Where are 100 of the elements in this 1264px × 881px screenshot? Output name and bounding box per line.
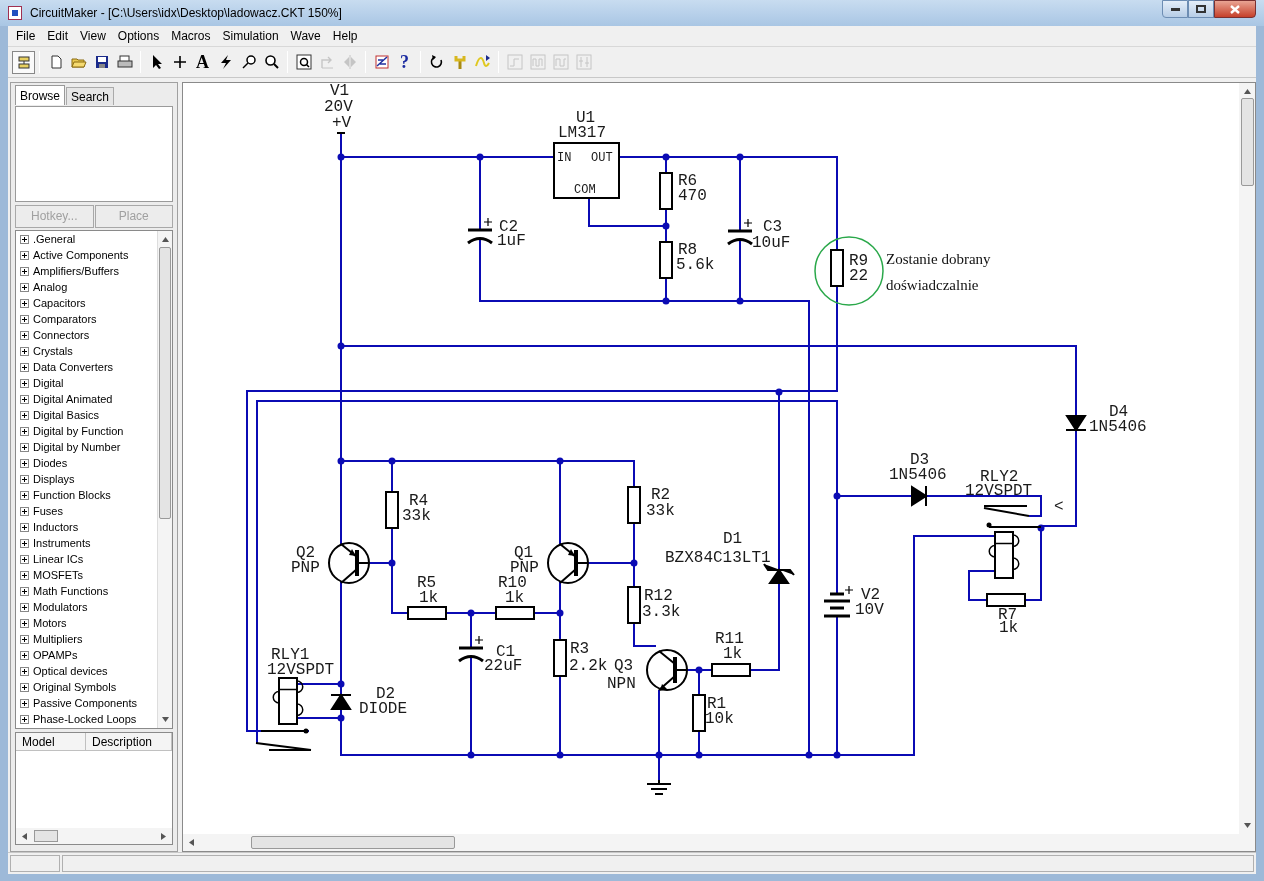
expand-icon[interactable] xyxy=(20,443,29,452)
pnp-transistor-symbol[interactable] xyxy=(547,542,589,585)
tree-item[interactable]: Analog xyxy=(33,279,68,296)
expand-icon[interactable] xyxy=(20,267,29,276)
tree-item[interactable]: Digital by Number xyxy=(33,439,121,456)
tree-item[interactable]: Instruments xyxy=(33,535,91,552)
tree-item[interactable]: Digital Basics xyxy=(33,407,100,424)
tree-item[interactable]: Displays xyxy=(33,471,75,488)
close-button[interactable] xyxy=(1214,0,1256,18)
tab[interactable]: Search xyxy=(66,87,115,106)
scroll-arrow-icon[interactable] xyxy=(160,715,170,725)
capacitor-symbol[interactable] xyxy=(458,635,484,663)
regulator-symbol[interactable] xyxy=(553,142,620,200)
column-header[interactable]: Model xyxy=(16,733,86,752)
zener-diode-symbol[interactable] xyxy=(763,563,795,585)
capacitor-symbol[interactable] xyxy=(727,218,753,246)
expand-icon[interactable] xyxy=(20,491,29,500)
menu-item[interactable]: File xyxy=(10,26,42,47)
menu-item[interactable]: Options xyxy=(111,26,166,47)
expand-icon[interactable] xyxy=(20,603,29,612)
expand-icon[interactable] xyxy=(20,635,29,644)
tree-item[interactable]: Diodes xyxy=(33,455,68,472)
resistor-symbol[interactable] xyxy=(711,663,751,678)
help-button[interactable]: ? xyxy=(393,50,416,74)
expand-icon[interactable] xyxy=(20,715,29,724)
tree-item[interactable]: Passive Components xyxy=(33,695,137,712)
scrollbar-thumb[interactable] xyxy=(34,830,58,843)
diode-symbol[interactable] xyxy=(911,485,927,508)
maximize-button[interactable] xyxy=(1188,0,1214,18)
resistor-symbol[interactable] xyxy=(385,491,399,530)
tree-item[interactable]: Function Blocks xyxy=(33,487,111,504)
scrollbar-thumb[interactable] xyxy=(1240,98,1254,187)
tree-item[interactable]: Fuses xyxy=(33,503,63,520)
expand-icon[interactable] xyxy=(20,619,29,628)
menu-item[interactable]: View xyxy=(74,26,112,47)
expand-icon[interactable] xyxy=(20,411,29,420)
horizontal-scrollbar[interactable] xyxy=(183,834,1255,852)
text-tool-button[interactable]: A xyxy=(191,50,214,74)
column-header[interactable]: Description xyxy=(86,733,172,752)
expand-icon[interactable] xyxy=(20,651,29,660)
ground-symbol[interactable] xyxy=(646,779,672,796)
vertical-scrollbar[interactable] xyxy=(157,231,172,729)
tree-item[interactable]: Linear ICs xyxy=(33,551,84,568)
scroll-arrow-icon[interactable] xyxy=(1242,821,1252,831)
expand-icon[interactable] xyxy=(20,459,29,468)
expand-icon[interactable] xyxy=(20,571,29,580)
expand-icon[interactable] xyxy=(20,283,29,292)
expand-icon[interactable] xyxy=(20,539,29,548)
resistor-symbol[interactable] xyxy=(830,249,844,288)
resistor-symbol[interactable] xyxy=(553,639,567,678)
tree-item[interactable]: Math Functions xyxy=(33,583,109,600)
expand-icon[interactable] xyxy=(20,363,29,372)
tree-item[interactable]: Original Symbols xyxy=(33,679,117,696)
expand-icon[interactable] xyxy=(20,475,29,484)
menu-item[interactable]: Edit xyxy=(41,26,75,47)
tree-item[interactable]: Optical devices xyxy=(33,663,108,680)
expand-icon[interactable] xyxy=(20,587,29,596)
scroll-arrow-icon[interactable] xyxy=(20,832,28,841)
tree-item[interactable]: Crystals xyxy=(33,343,73,360)
pnp-transistor-symbol[interactable] xyxy=(328,542,370,585)
capacitor-symbol[interactable] xyxy=(467,217,493,245)
tree-item[interactable]: Digital by Function xyxy=(33,423,124,440)
minimize-button[interactable] xyxy=(1162,0,1188,18)
expand-icon[interactable] xyxy=(20,299,29,308)
tree-item[interactable]: Digital xyxy=(33,375,64,392)
scroll-arrow-icon[interactable] xyxy=(1242,87,1252,97)
tree-item[interactable]: .General xyxy=(33,231,76,248)
scrollbar-thumb[interactable] xyxy=(159,247,171,520)
relay-symbol[interactable] xyxy=(255,677,312,752)
tree-item[interactable]: Modulators xyxy=(33,599,88,616)
scroll-arrow-icon[interactable] xyxy=(160,235,170,245)
resistor-symbol[interactable] xyxy=(659,172,673,211)
tree-item[interactable]: Comparators xyxy=(33,311,97,328)
scroll-arrow-icon[interactable] xyxy=(160,832,168,841)
tree-item[interactable]: Active Components xyxy=(33,247,129,264)
expand-icon[interactable] xyxy=(20,347,29,356)
menu-item[interactable]: Wave xyxy=(284,26,327,47)
tree-item[interactable]: Digital Animated xyxy=(33,391,113,408)
scroll-arrow-icon[interactable] xyxy=(187,838,195,848)
expand-icon[interactable] xyxy=(20,699,29,708)
expand-icon[interactable] xyxy=(20,555,29,564)
diode-symbol[interactable] xyxy=(330,694,352,711)
menu-item[interactable]: Simulation xyxy=(216,26,285,47)
expand-icon[interactable] xyxy=(20,331,29,340)
horizontal-scrollbar[interactable] xyxy=(16,828,172,845)
expand-icon[interactable] xyxy=(20,667,29,676)
tree-item[interactable]: Motors xyxy=(33,615,67,632)
resistor-symbol[interactable] xyxy=(986,593,1026,608)
vertical-scrollbar[interactable] xyxy=(1239,83,1255,835)
tab[interactable]: Browse xyxy=(15,85,65,106)
expand-icon[interactable] xyxy=(20,683,29,692)
expand-icon[interactable] xyxy=(20,379,29,388)
expand-icon[interactable] xyxy=(20,315,29,324)
scrollbar-thumb[interactable] xyxy=(251,836,455,850)
tree-item[interactable]: Inductors xyxy=(33,519,79,536)
npn-transistor-symbol[interactable] xyxy=(646,649,688,692)
menu-item[interactable]: Macros xyxy=(165,26,217,47)
resistor-symbol[interactable] xyxy=(407,606,447,621)
resistor-symbol[interactable] xyxy=(692,694,706,733)
diode-symbol[interactable] xyxy=(1065,415,1087,432)
